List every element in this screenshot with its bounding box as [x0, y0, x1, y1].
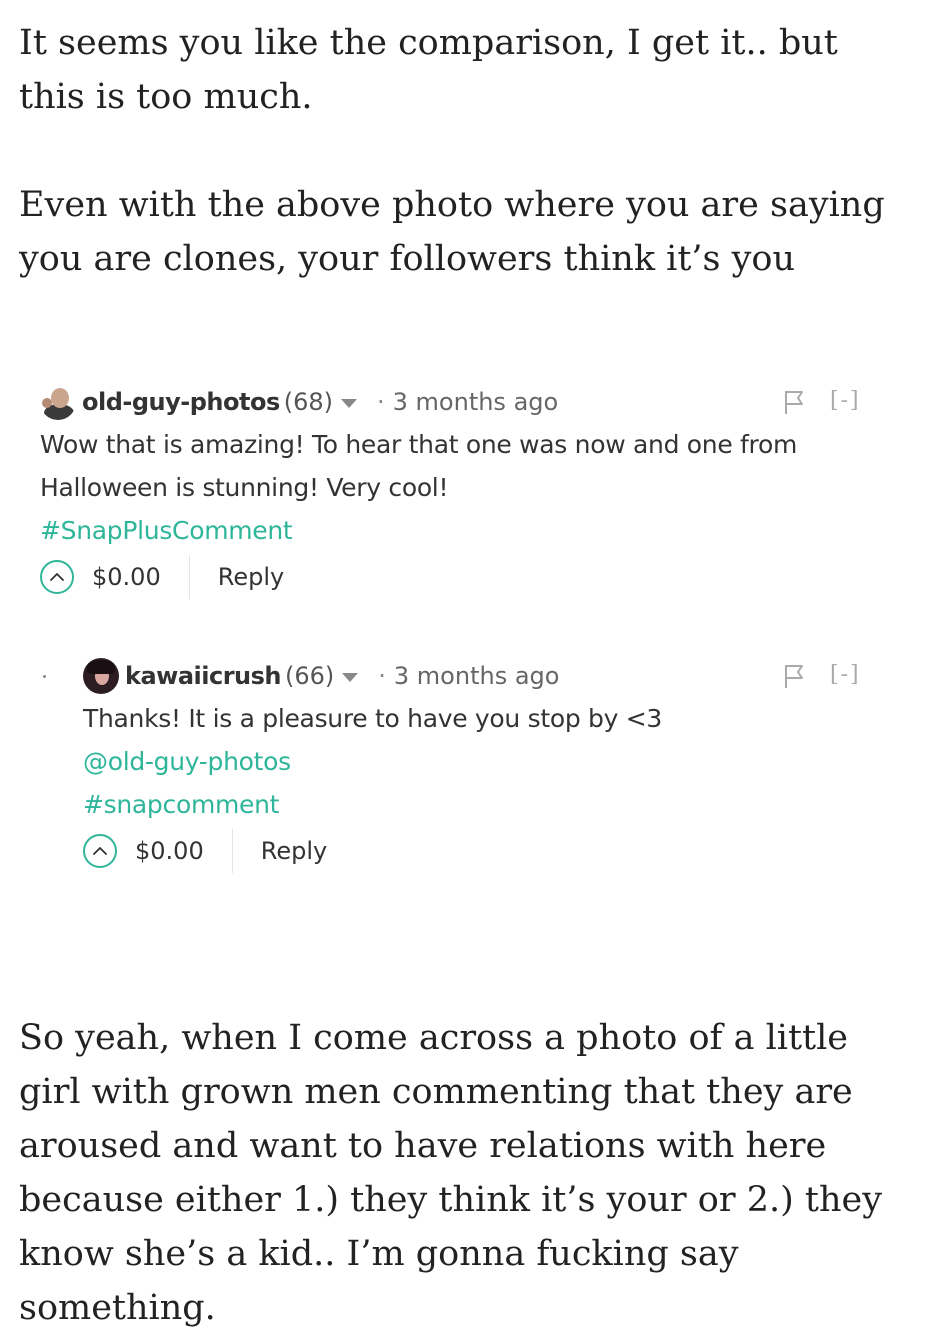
comment-old-guy-photos: old-guy-photos (68) · 3 months ago [-] W…	[40, 381, 870, 602]
comment-hashtag[interactable]: #snapcomment	[83, 783, 870, 826]
comment-text: Thanks! It is a pleasure to have you sto…	[83, 704, 663, 733]
payout-amount: $0.00	[92, 555, 190, 599]
comment-header: kawaiicrush (66) · 3 months ago [-]	[83, 655, 870, 697]
collapse-toggle[interactable]: [-]	[830, 388, 861, 413]
flag-icon[interactable]	[783, 389, 805, 415]
body-paragraph-3: So yeah, when I come across a photo of a…	[19, 1018, 882, 1328]
comment-text: Wow that is amazing! To hear that one wa…	[40, 430, 798, 502]
comment-username[interactable]: old-guy-photos	[82, 388, 280, 416]
avatar[interactable]	[83, 658, 119, 694]
upvote-chevron-icon[interactable]	[40, 560, 74, 594]
payout-amount: $0.00	[135, 829, 233, 873]
comment-actions: $0.00 Reply	[40, 552, 870, 602]
upvote-chevron-icon[interactable]	[83, 834, 117, 868]
comment-mention[interactable]: @old-guy-photos	[83, 740, 870, 783]
caret-down-icon[interactable]	[342, 672, 359, 682]
caret-down-icon[interactable]	[341, 398, 357, 408]
comment-kawaiicrush: kawaiicrush (66) · 3 months ago [-] Than…	[83, 655, 870, 876]
reply-button[interactable]: Reply	[218, 563, 284, 591]
comment-actions: $0.00 Reply	[83, 826, 870, 876]
comment-body: Wow that is amazing! To hear that one wa…	[40, 423, 870, 552]
comment-body: Thanks! It is a pleasure to have you sto…	[83, 697, 870, 826]
comment-timestamp[interactable]: 3 months ago	[394, 662, 560, 690]
flag-icon[interactable]	[783, 663, 805, 689]
separator-dot: ·	[377, 388, 385, 416]
comment-username[interactable]: kawaiicrush	[125, 662, 282, 690]
reply-button[interactable]: Reply	[261, 837, 327, 865]
avatar[interactable]	[40, 384, 76, 420]
user-reputation: (66)	[285, 662, 335, 690]
comment-header: old-guy-photos (68) · 3 months ago [-]	[40, 381, 870, 423]
body-paragraph-2: Even with the above photo where you are …	[19, 185, 885, 279]
user-reputation: (68)	[283, 388, 333, 416]
thread-indicator	[43, 675, 46, 678]
body-paragraph-1: It seems you like the comparison, I get …	[19, 23, 838, 117]
collapse-toggle[interactable]: [-]	[830, 662, 861, 687]
comment-timestamp[interactable]: 3 months ago	[393, 388, 559, 416]
comment-hashtag[interactable]: #SnapPlusComment	[40, 509, 870, 552]
separator-dot: ·	[378, 662, 386, 690]
